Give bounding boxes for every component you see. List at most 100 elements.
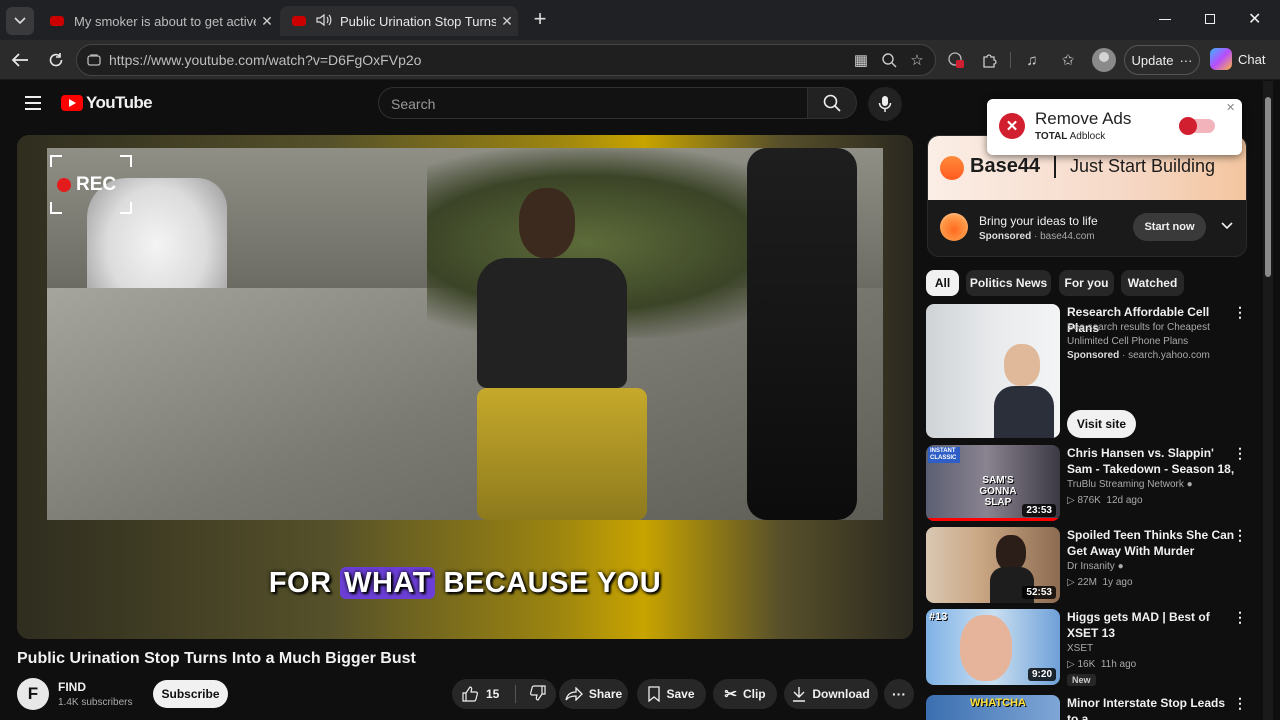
rec-desc: See search results for Cheapest Unlimite…: [1067, 321, 1210, 349]
adblock-extension-icon[interactable]: [946, 50, 966, 70]
tab-smoker[interactable]: My smoker is about to get active... ✕: [38, 6, 278, 36]
rec-channel: TruBlu Streaming Network ●: [1067, 479, 1193, 490]
new-badge: New: [1067, 674, 1096, 686]
share-arrow-icon: [565, 687, 583, 701]
save-button[interactable]: Save: [637, 679, 706, 709]
thumbs-down-icon: [530, 684, 546, 701]
favorite-star-icon[interactable]: ☆: [907, 50, 927, 70]
hamburger-menu-icon[interactable]: [25, 96, 41, 110]
search-placeholder: Search: [391, 96, 436, 112]
restore-button[interactable]: [1200, 12, 1220, 28]
watch-progress: [926, 518, 1060, 521]
sponsored-label: Sponsored: [1067, 350, 1120, 361]
rec-meta: ▷ 16K 11h ago: [1067, 659, 1137, 670]
minimize-button[interactable]: [1150, 12, 1180, 28]
rec-item[interactable]: INSTANT CLASSIC SAM'S GONNA SLAP 23:53 C…: [926, 445, 1256, 521]
dislike-button[interactable]: [530, 684, 546, 704]
adblock-brand: TOTAL Adblock: [1035, 131, 1105, 142]
new-tab-button[interactable]: +: [528, 8, 552, 32]
zoom-icon[interactable]: [879, 50, 899, 70]
media-control-icon[interactable]: ♫: [1022, 50, 1042, 70]
verified-icon: ●: [1117, 561, 1124, 572]
adblock-title: Remove Ads: [1035, 109, 1132, 128]
sponsored-rec[interactable]: Research Affordable Cell Plans See searc…: [926, 304, 1256, 439]
youtube-favicon-icon: [50, 16, 64, 26]
more-actions-button[interactable]: ···: [884, 679, 914, 709]
reload-icon: [49, 53, 63, 67]
save-label: Save: [666, 687, 695, 701]
chat-label: Chat: [1238, 51, 1266, 67]
rec-thumbnail: WHATCHA: [926, 695, 1060, 720]
update-button[interactable]: Update ···: [1124, 45, 1200, 75]
rec-label: REC: [76, 174, 117, 195]
search-button[interactable]: [807, 87, 857, 119]
download-icon: [793, 687, 806, 702]
rec-item[interactable]: 52:53 Spoiled Teen Thinks She Can Get Aw…: [926, 527, 1256, 603]
subscribe-button[interactable]: Subscribe: [153, 680, 228, 708]
caption-highlight: WHAT: [340, 567, 435, 599]
close-window-button[interactable]: ✕: [1248, 9, 1268, 29]
app-available-icon[interactable]: ▦: [851, 50, 871, 70]
thumb-text: SAM'S GONNA SLAP: [979, 475, 1017, 508]
chip-all[interactable]: All: [926, 270, 959, 296]
close-popup-icon[interactable]: ✕: [1226, 101, 1235, 114]
adblock-popup[interactable]: ✕ Remove Ads TOTAL Adblock ✕: [987, 99, 1242, 155]
video-caption: FOR WHAT BECAUSE YOU: [17, 567, 913, 600]
adblock-brand-bold: TOTAL: [1035, 131, 1068, 142]
channel-avatar[interactable]: F: [17, 678, 49, 710]
channel-name[interactable]: FIND: [58, 680, 86, 694]
share-button[interactable]: Share: [559, 679, 628, 709]
upload-age: 12d ago: [1106, 495, 1143, 506]
base44-logo-icon: [940, 156, 964, 180]
speaker-icon[interactable]: [316, 13, 332, 30]
more-options-icon[interactable]: ⋮: [1233, 445, 1247, 462]
bookmark-icon: [648, 686, 661, 702]
caption-before: FOR: [268, 567, 341, 599]
search-input[interactable]: Search: [378, 87, 808, 119]
tab-public-urination[interactable]: Public Urination Stop Turns Into a ✕: [280, 6, 518, 36]
back-button[interactable]: [8, 48, 32, 72]
rec-title: Chris Hansen vs. Slappin' Sam - Takedown…: [1067, 446, 1235, 476]
tab-title: My smoker is about to get active...: [74, 13, 256, 29]
chevron-down-icon[interactable]: [1221, 222, 1233, 230]
scrollbar-thumb[interactable]: [1265, 97, 1271, 277]
extensions-puzzle-icon[interactable]: [980, 50, 1000, 70]
pill-divider: [515, 685, 517, 703]
sponsored-label: Sponsored: [979, 231, 1032, 242]
remove-ads-toggle[interactable]: [1179, 117, 1215, 135]
duration-badge: 9:20: [1027, 668, 1056, 681]
address-bar[interactable]: https://www.youtube.com/watch?v=D6FgOxFV…: [76, 44, 936, 76]
close-tab-icon[interactable]: ✕: [496, 13, 518, 30]
more-options-icon[interactable]: ⋮: [1233, 304, 1247, 321]
like-button[interactable]: 15: [462, 686, 499, 702]
site-info-icon[interactable]: [87, 53, 101, 67]
start-now-button[interactable]: Start now: [1133, 213, 1206, 241]
close-tab-icon[interactable]: ✕: [256, 13, 278, 30]
subscriber-count: 1.4K subscribers: [58, 697, 133, 708]
viewfinder-corner-bl: [50, 202, 62, 214]
video-player[interactable]: REC FOR WHAT BECAUSE YOU: [17, 135, 913, 639]
clip-button[interactable]: ✂ Clip: [713, 679, 777, 709]
more-options-icon[interactable]: ⋮: [1233, 609, 1247, 626]
favorites-icon[interactable]: ✩: [1058, 50, 1078, 70]
browser-toolbar: https://www.youtube.com/watch?v=D6FgOxFV…: [0, 40, 1280, 80]
chip-watched[interactable]: Watched: [1121, 270, 1184, 296]
rec-item[interactable]: WHATCHA Minor Interstate Stop Leads to a…: [926, 695, 1256, 720]
profile-avatar[interactable]: [1092, 48, 1116, 72]
download-button[interactable]: Download: [784, 679, 878, 709]
reload-button[interactable]: [44, 48, 68, 72]
tab-list-button[interactable]: [6, 7, 34, 35]
rec-item[interactable]: #13 9:20 Higgs gets MAD | Best of XSET 1…: [926, 609, 1256, 689]
visit-site-button[interactable]: Visit site: [1067, 410, 1136, 438]
more-options-icon[interactable]: ⋮: [1233, 527, 1247, 544]
copilot-chat-button[interactable]: Chat: [1210, 48, 1265, 70]
upload-age: 11h ago: [1100, 659, 1137, 670]
chip-for-you[interactable]: For you: [1059, 270, 1114, 296]
verified-icon: ●: [1186, 479, 1193, 490]
chip-politics-news[interactable]: Politics News: [966, 270, 1051, 296]
ad-tagline: Just Start Building: [1070, 156, 1216, 176]
voice-search-button[interactable]: [868, 87, 902, 121]
youtube-logo[interactable]: YouTube: [61, 93, 153, 113]
more-options-icon[interactable]: ⋮: [1233, 695, 1247, 712]
record-dot-icon: [57, 178, 71, 192]
